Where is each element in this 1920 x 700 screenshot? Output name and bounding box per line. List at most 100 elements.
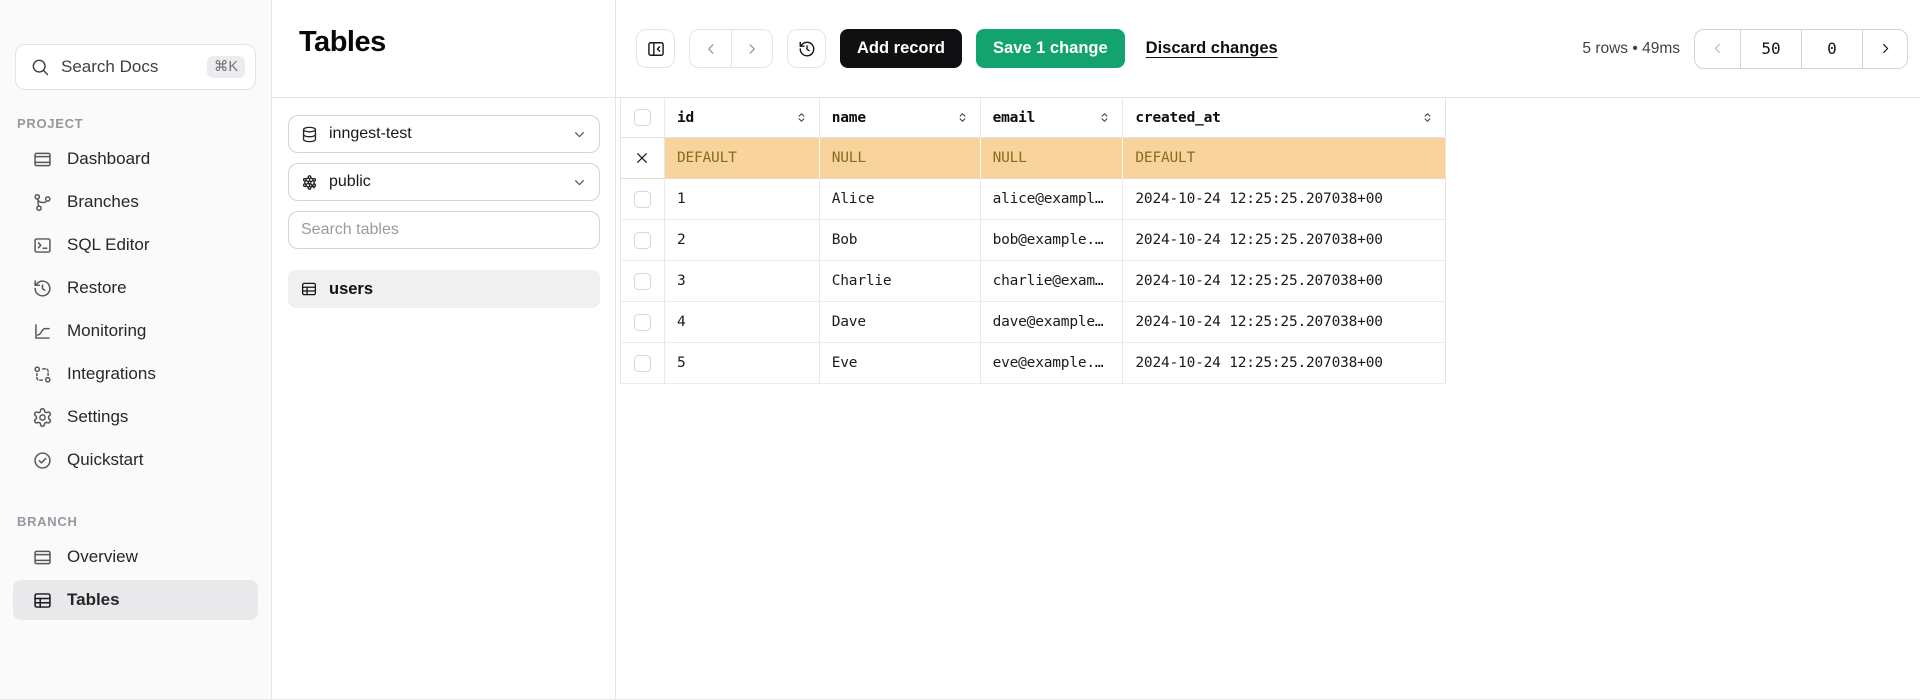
toolbar-right-group: 5 rows • 49ms 50 0 — [1582, 29, 1908, 69]
table-list-item-users[interactable]: users — [288, 270, 600, 308]
cell-id[interactable]: 1 — [665, 179, 820, 219]
schema-icon — [300, 173, 319, 192]
tables-panel: Tables inngest-test public — [272, 0, 616, 699]
search-icon — [30, 57, 50, 77]
discard-changes-link[interactable]: Discard changes — [1146, 39, 1278, 58]
sidebar-item-label: Quickstart — [67, 450, 144, 470]
sidebar-item-sql-editor[interactable]: SQL Editor — [13, 225, 258, 265]
sidebar-item-label: Monitoring — [67, 321, 146, 341]
row-select-cell — [621, 302, 665, 342]
cell-email[interactable]: alice@exampl… — [981, 179, 1124, 219]
save-changes-button[interactable]: Save 1 change — [976, 29, 1125, 68]
sidebar: Search Docs ⌘K PROJECT Dashboard Branche… — [0, 0, 272, 699]
page-size-value[interactable]: 50 — [1740, 30, 1801, 68]
cell-created-at[interactable]: 2024-10-24 12:25:25.207038+00 — [1123, 343, 1446, 383]
history-nav-group — [689, 29, 773, 68]
cell-id[interactable]: 3 — [665, 261, 820, 301]
sort-chevrons-icon[interactable] — [955, 110, 970, 125]
cell-created-at[interactable]: 2024-10-24 12:25:25.207038+00 — [1123, 220, 1446, 260]
column-header-label: id — [677, 110, 694, 126]
table-list-item-label: users — [329, 280, 373, 299]
pending-cell-id[interactable]: DEFAULT — [665, 138, 820, 178]
sidebar-item-overview[interactable]: Overview — [13, 537, 258, 577]
pagination-control: 50 0 — [1694, 29, 1908, 69]
cell-name[interactable]: Alice — [820, 179, 981, 219]
cell-name[interactable]: Bob — [820, 220, 981, 260]
pending-cell-name[interactable]: NULL — [820, 138, 981, 178]
row-select-cell — [621, 179, 665, 219]
collapse-panel-button[interactable] — [636, 29, 675, 68]
cell-id[interactable]: 2 — [665, 220, 820, 260]
row-checkbox[interactable] — [634, 273, 651, 290]
cell-name[interactable]: Dave — [820, 302, 981, 342]
row-select-cell — [621, 261, 665, 301]
panel-collapse-icon — [646, 39, 666, 59]
sidebar-item-restore[interactable]: Restore — [13, 268, 258, 308]
select-all-checkbox[interactable] — [634, 109, 651, 126]
sidebar-item-dashboard[interactable]: Dashboard — [13, 139, 258, 179]
close-icon[interactable] — [634, 150, 650, 166]
sidebar-item-monitoring[interactable]: Monitoring — [13, 311, 258, 351]
database-selector[interactable]: inngest-test — [288, 115, 600, 153]
tables-panel-header: Tables — [272, 0, 615, 98]
sidebar-item-label: Integrations — [67, 364, 156, 384]
cell-email[interactable]: bob@example.… — [981, 220, 1124, 260]
cell-id[interactable]: 5 — [665, 343, 820, 383]
cell-email[interactable]: dave@example… — [981, 302, 1124, 342]
search-tables-input[interactable] — [288, 211, 600, 249]
cell-created-at[interactable]: 2024-10-24 12:25:25.207038+00 — [1123, 179, 1446, 219]
row-select-cell — [621, 343, 665, 383]
cell-id[interactable]: 4 — [665, 302, 820, 342]
pending-cell-created-at[interactable]: DEFAULT — [1123, 138, 1446, 178]
sidebar-item-integrations[interactable]: Integrations — [13, 354, 258, 394]
row-select-cell — [621, 220, 665, 260]
cell-email[interactable]: charlie@exam… — [981, 261, 1124, 301]
sidebar-item-tables[interactable]: Tables — [13, 580, 258, 620]
undo-back-button[interactable] — [690, 30, 731, 67]
schema-selector[interactable]: public — [288, 163, 600, 201]
refresh-history-button[interactable] — [787, 29, 826, 68]
column-header-label: name — [832, 110, 866, 126]
column-header-id[interactable]: id — [665, 98, 820, 137]
next-page-button[interactable] — [1862, 30, 1907, 68]
table-row: 1 Alice alice@exampl… 2024-10-24 12:25:2… — [621, 179, 1446, 220]
cell-created-at[interactable]: 2024-10-24 12:25:25.207038+00 — [1123, 302, 1446, 342]
table-row: 2 Bob bob@example.… 2024-10-24 12:25:25.… — [621, 220, 1446, 261]
table-grid-icon — [32, 590, 53, 611]
page-offset-value[interactable]: 0 — [1801, 30, 1862, 68]
row-checkbox[interactable] — [634, 232, 651, 249]
pending-cell-email[interactable]: NULL — [981, 138, 1124, 178]
redo-forward-button[interactable] — [731, 30, 772, 67]
table-row: 3 Charlie charlie@exam… 2024-10-24 12:25… — [621, 261, 1446, 302]
table-row: 5 Eve eve@example.… 2024-10-24 12:25:25.… — [621, 343, 1446, 384]
sort-chevrons-icon[interactable] — [794, 110, 809, 125]
cell-created-at[interactable]: 2024-10-24 12:25:25.207038+00 — [1123, 261, 1446, 301]
previous-page-button[interactable] — [1695, 30, 1740, 68]
cell-email[interactable]: eve@example.… — [981, 343, 1124, 383]
row-checkbox[interactable] — [634, 355, 651, 372]
cell-name[interactable]: Eve — [820, 343, 981, 383]
add-record-button[interactable]: Add record — [840, 29, 962, 68]
app-root: Search Docs ⌘K PROJECT Dashboard Branche… — [0, 0, 1920, 700]
sidebar-item-label: Dashboard — [67, 149, 150, 169]
check-circle-icon — [32, 450, 53, 471]
sidebar-item-settings[interactable]: Settings — [13, 397, 258, 437]
column-header-created-at[interactable]: created_at — [1123, 98, 1446, 137]
table-grid-icon — [300, 280, 318, 298]
sort-chevrons-icon[interactable] — [1097, 110, 1112, 125]
sort-chevrons-icon[interactable] — [1420, 110, 1435, 125]
search-docs-button[interactable]: Search Docs ⌘K — [15, 44, 256, 90]
cell-name[interactable]: Charlie — [820, 261, 981, 301]
row-count-stats: 5 rows • 49ms — [1582, 40, 1680, 58]
git-branch-icon — [32, 192, 53, 213]
page-title: Tables — [299, 26, 615, 59]
sidebar-item-branches[interactable]: Branches — [13, 182, 258, 222]
window-icon — [32, 547, 53, 568]
row-checkbox[interactable] — [634, 191, 651, 208]
row-checkbox[interactable] — [634, 314, 651, 331]
column-header-name[interactable]: name — [820, 98, 981, 137]
select-all-cell — [621, 98, 665, 137]
column-header-label: email — [993, 110, 1036, 126]
sidebar-item-quickstart[interactable]: Quickstart — [13, 440, 258, 480]
column-header-email[interactable]: email — [981, 98, 1124, 137]
